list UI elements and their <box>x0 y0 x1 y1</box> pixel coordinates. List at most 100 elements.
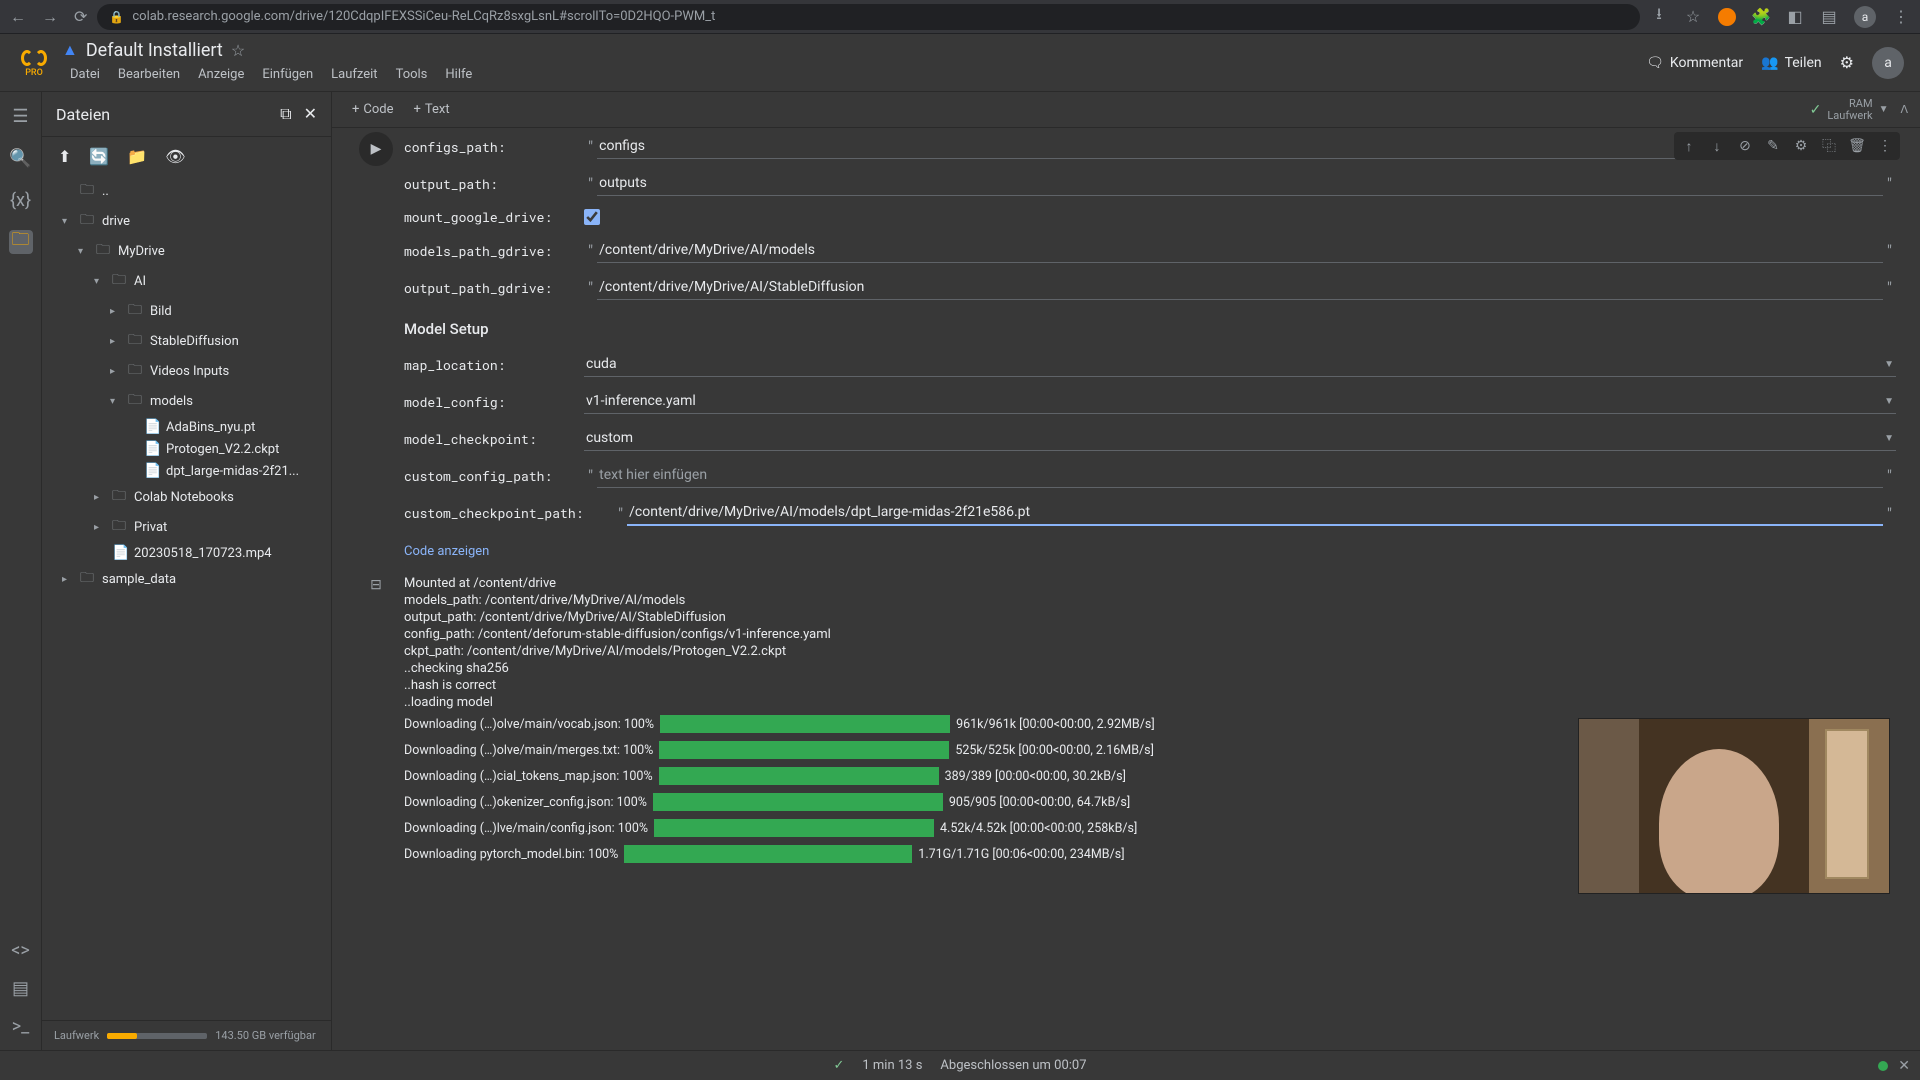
code-snippet-icon[interactable]: <> <box>9 938 33 962</box>
output-collapse-icon[interactable]: ⊟ <box>370 577 382 867</box>
download-stats: 961k/961k [00:00<00:00, 2.92MB/s] <box>956 716 1155 733</box>
mount-drive-icon[interactable]: 📁 <box>127 147 147 166</box>
menu-datei[interactable]: Datei <box>62 63 108 86</box>
terminal-icon[interactable]: >_ <box>9 1014 33 1038</box>
download-stats: 4.52k/4.52k [00:00<00:00, 258kB/s] <box>940 820 1137 837</box>
edit-cell-icon[interactable]: ✎ <box>1760 134 1786 158</box>
add-code-button[interactable]: +Code <box>344 98 402 121</box>
tree-protogen[interactable]: 📄Protogen_V2.2.ckpt <box>42 438 331 460</box>
comment-button[interactable]: 🗨 Kommentar <box>1646 55 1743 71</box>
tree-stablediffusion[interactable]: ▸🗀StableDiffusion <box>42 326 331 356</box>
tree-drive[interactable]: ▾🗀drive <box>42 206 331 236</box>
status-bar: ✓ 1 min 13 s Abgeschlossen um 00:07 ✕ <box>0 1050 1920 1080</box>
tree-mydrive[interactable]: ▾🗀MyDrive <box>42 236 331 266</box>
move-up-icon[interactable]: ↑ <box>1676 134 1702 158</box>
mount-gdrive-checkbox[interactable] <box>584 209 600 225</box>
delete-cell-icon[interactable]: 🗑 <box>1844 134 1870 158</box>
cell-settings-icon[interactable]: ⚙ <box>1788 134 1814 158</box>
tree-sample-data[interactable]: ▸🗀sample_data <box>42 564 331 594</box>
tree-models[interactable]: ▾🗀models <box>42 386 331 416</box>
move-down-icon[interactable]: ↓ <box>1704 134 1730 158</box>
new-window-icon[interactable]: ⧉ <box>280 104 291 124</box>
link-cell-icon[interactable]: ⊘ <box>1732 134 1758 158</box>
settings-gear-icon[interactable]: ⚙ <box>1840 53 1854 72</box>
bookmark-star-icon[interactable]: ☆ <box>1684 8 1702 26</box>
variables-icon[interactable]: {x} <box>9 188 33 212</box>
url-bar[interactable]: 🔒 colab.research.google.com/drive/120Cdq… <box>97 4 1640 30</box>
collapse-up-icon[interactable]: ᐱ <box>1900 103 1908 116</box>
menu-tools[interactable]: Tools <box>388 63 436 86</box>
menu-icon[interactable]: ☰ <box>9 104 33 128</box>
command-icon[interactable]: ▤ <box>9 976 33 1000</box>
show-code-link[interactable]: Code anzeigen <box>404 532 1896 567</box>
custom-config-path-input[interactable] <box>597 463 1883 488</box>
menu-laufzeit[interactable]: Laufzeit <box>323 63 385 86</box>
back-icon[interactable]: ← <box>10 7 26 27</box>
download-label: Downloading (…)cial_tokens_map.json: 100… <box>404 768 653 785</box>
mirror-cell-icon[interactable]: ⿻ <box>1816 134 1842 158</box>
tree-adabins[interactable]: 📄AdaBins_nyu.pt <box>42 416 331 438</box>
download-progress-bar <box>654 819 934 837</box>
custom-checkpoint-path-input[interactable] <box>627 500 1883 526</box>
output-log: Mounted at /content/drive models_path: /… <box>404 575 1904 711</box>
status-close-icon[interactable]: ✕ <box>1898 1058 1910 1074</box>
model-checkpoint-label: model_checkpoint: <box>404 430 574 448</box>
left-rail: ☰ 🔍 {x} 🗀 <> ▤ >_ <box>0 92 42 1050</box>
panels-icon[interactable]: ▤ <box>1820 8 1838 26</box>
tree-bild[interactable]: ▸🗀Bild <box>42 296 331 326</box>
output-path-input[interactable] <box>597 171 1883 196</box>
tree-timestamp-mp4[interactable]: 📄20230518_170723.mp4 <box>42 542 331 564</box>
side-panel-icon[interactable]: ◧ <box>1786 8 1804 26</box>
cell-more-icon[interactable]: ⋮ <box>1872 134 1898 158</box>
menu-anzeige[interactable]: Anzeige <box>190 63 252 86</box>
run-cell-button[interactable]: ▶ <box>359 132 393 166</box>
extensions-icon[interactable]: 🧩 <box>1752 8 1770 26</box>
upload-icon[interactable]: ⬆ <box>58 147 71 166</box>
tree-privat[interactable]: ▸🗀Privat <box>42 512 331 542</box>
ram-disk-indicator[interactable]: RAM Laufwerk <box>1827 98 1872 122</box>
models-path-gdrive-input[interactable] <box>597 238 1883 263</box>
refresh-icon[interactable]: 🔄 <box>89 147 109 166</box>
runtime-menu-icon[interactable]: ▼ <box>1879 104 1889 115</box>
webcam-overlay <box>1578 718 1890 894</box>
menu-hilfe[interactable]: Hilfe <box>437 63 480 86</box>
extension-badge[interactable] <box>1718 8 1736 26</box>
map-location-select[interactable]: cuda▼ <box>584 352 1896 377</box>
hide-icon[interactable]: 👁 <box>165 147 185 166</box>
menu-bearbeiten[interactable]: Bearbeiten <box>110 63 188 86</box>
configs-path-label: configs_path: <box>404 138 574 156</box>
tree-dpt-large[interactable]: 📄dpt_large-midas-2f21... <box>42 460 331 482</box>
browser-avatar[interactable]: a <box>1854 6 1876 28</box>
reload-icon[interactable]: ⟳ <box>74 7 87 26</box>
browser-menu-icon[interactable]: ⋮ <box>1892 8 1910 26</box>
download-stats: 905/905 [00:00<00:00, 64.7kB/s] <box>949 794 1130 811</box>
tree-up[interactable]: 🗀.. <box>42 176 331 206</box>
tree-colab-notebooks[interactable]: ▸🗀Colab Notebooks <box>42 482 331 512</box>
search-icon[interactable]: 🔍 <box>9 146 33 170</box>
colab-logo[interactable]: PRO <box>16 45 52 81</box>
forward-icon[interactable]: → <box>42 7 58 27</box>
disk-footer: Laufwerk 143.50 GB verfügbar <box>42 1020 331 1050</box>
notebook-area: +Code +Text ✓ RAM Laufwerk ▼ ᐱ ↑ ↓ ⊘ <box>332 92 1920 1050</box>
tree-videos-inputs[interactable]: ▸🗀Videos Inputs <box>42 356 331 386</box>
model-config-select[interactable]: v1-inference.yaml▼ <box>584 389 1896 414</box>
notebook-toolbar: +Code +Text ✓ RAM Laufwerk ▼ ᐱ <box>332 92 1920 128</box>
output-path-gdrive-label: output_path_gdrive: <box>404 279 574 297</box>
files-icon[interactable]: 🗀 <box>9 230 33 254</box>
plus-icon: + <box>352 102 359 117</box>
star-icon[interactable]: ☆ <box>231 41 245 60</box>
share-button[interactable]: 👥 Teilen <box>1761 55 1822 71</box>
download-progress-bar <box>624 845 912 863</box>
output-path-gdrive-input[interactable] <box>597 275 1883 300</box>
close-panel-icon[interactable]: ✕ <box>304 104 317 124</box>
status-completed: Abgeschlossen um 00:07 <box>940 1058 1086 1073</box>
user-avatar[interactable]: a <box>1872 47 1904 79</box>
doc-title[interactable]: Default Installiert <box>86 40 223 61</box>
add-text-button[interactable]: +Text <box>406 98 458 121</box>
drive-icon: ▲ <box>62 40 78 60</box>
tree-ai[interactable]: ▾🗀AI <box>42 266 331 296</box>
model-checkpoint-select[interactable]: custom▼ <box>584 426 1896 451</box>
install-icon[interactable]: ⭳ <box>1650 8 1668 26</box>
model-config-label: model_config: <box>404 393 574 411</box>
menu-einfuegen[interactable]: Einfügen <box>254 63 321 86</box>
